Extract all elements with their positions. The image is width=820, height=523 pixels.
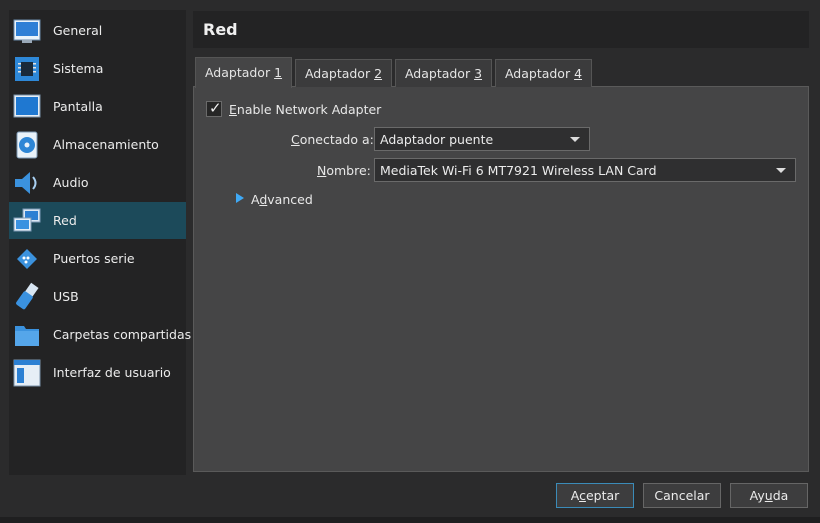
tab-mnemonic: 3: [474, 66, 483, 81]
label-text: onectado a:: [299, 132, 374, 147]
checkmark-icon: ✓: [209, 99, 222, 117]
network-icon: [13, 208, 41, 232]
tab-mnemonic: 2: [374, 66, 383, 81]
display-icon: [13, 94, 41, 118]
tab-adaptador-3[interactable]: Adaptador 3: [395, 59, 492, 87]
sidebar-item-audio[interactable]: Audio: [9, 164, 186, 201]
chevron-down-icon: [776, 168, 786, 173]
serial-port-icon: [17, 249, 37, 269]
sidebar-item-label: Interfaz de usuario: [53, 365, 171, 380]
chevron-down-icon: [570, 137, 580, 142]
tab-label: Adaptador: [204, 65, 275, 80]
sidebar-item-red[interactable]: Red: [9, 202, 186, 239]
usb-icon: [16, 282, 39, 310]
tab-mnemonic: 1: [274, 65, 283, 80]
label-text: ombre:: [326, 163, 371, 178]
page-header: Red: [193, 11, 809, 48]
folder-icon: [15, 326, 39, 346]
sidebar-item-label: General: [53, 23, 103, 38]
settings-sidebar: General Sistema Pantalla Almacenamiento …: [9, 10, 191, 475]
general-monitor-icon: [13, 19, 41, 43]
label-text: vanced: [267, 192, 313, 207]
tab-adaptador-1[interactable]: Adaptador 1: [195, 57, 292, 88]
connected-to-label: Conectado a:: [291, 132, 374, 147]
label-text: nable Network Adapter: [236, 102, 382, 117]
storage-disc-icon: [16, 131, 38, 159]
button-mnemonic: c: [579, 488, 586, 503]
cancel-button[interactable]: Cancelar: [643, 483, 721, 508]
sidebar-item-label: Almacenamiento: [53, 137, 159, 152]
sidebar-item-almacenamiento[interactable]: Almacenamiento: [9, 126, 186, 163]
ui-window-icon: [13, 359, 41, 387]
sidebar-item-sistema[interactable]: Sistema: [9, 50, 186, 87]
sidebar-item-puertos-serie[interactable]: Puertos serie: [9, 240, 186, 277]
button-mnemonic: u: [764, 488, 773, 503]
label-mnemonic: N: [317, 163, 327, 178]
name-label: Nombre:: [317, 163, 371, 178]
button-text: A: [570, 488, 580, 503]
tab-mnemonic: 4: [574, 66, 583, 81]
sidebar-item-pantalla[interactable]: Pantalla: [9, 88, 186, 125]
enable-adapter-label[interactable]: Enable Network Adapter: [229, 102, 381, 117]
sidebar-item-usb[interactable]: USB: [9, 278, 186, 315]
sidebar-item-label: Pantalla: [53, 99, 103, 114]
adapter-name-select[interactable]: MediaTek Wi-Fi 6 MT7921 Wireless LAN Car…: [374, 158, 796, 182]
button-text: eptar: [585, 488, 620, 503]
attached-to-select[interactable]: Adaptador puente: [374, 127, 590, 151]
accept-button[interactable]: Aceptar: [556, 483, 634, 508]
sidebar-item-carpetas-compartidas[interactable]: Carpetas compartidas: [9, 316, 191, 353]
page-title: Red: [203, 20, 238, 39]
button-text: Ay: [749, 488, 765, 503]
window-bottom-edge: [0, 517, 820, 523]
tab-label: Adaptador: [404, 66, 475, 81]
sidebar-item-label: Puertos serie: [53, 251, 135, 266]
label-mnemonic: E: [229, 102, 237, 117]
sidebar-item-label: Red: [53, 213, 77, 228]
select-value: Adaptador puente: [380, 132, 494, 147]
expand-arrow-icon[interactable]: [236, 193, 244, 203]
tab-adaptador-4[interactable]: Adaptador 4: [495, 59, 592, 87]
tab-adaptador-2[interactable]: Adaptador 2: [295, 59, 392, 87]
sidebar-item-label: Sistema: [53, 61, 104, 76]
help-button[interactable]: Ayuda: [730, 483, 808, 508]
tab-label: Adaptador: [504, 66, 575, 81]
label-mnemonic: C: [291, 132, 300, 147]
chip-icon: [15, 57, 39, 81]
select-value: MediaTek Wi-Fi 6 MT7921 Wireless LAN Car…: [380, 163, 657, 178]
tab-label: Adaptador: [304, 66, 375, 81]
sidebar-item-interfaz-de-usuario[interactable]: Interfaz de usuario: [9, 354, 186, 391]
button-text: Cancelar: [654, 488, 710, 503]
enable-adapter-checkbox[interactable]: ✓: [206, 99, 222, 117]
speaker-icon: [15, 172, 37, 194]
advanced-expander[interactable]: Advanced: [251, 192, 313, 207]
sidebar-item-label: Audio: [53, 175, 89, 190]
sidebar-item-label: Carpetas compartidas: [53, 327, 192, 342]
sidebar-item-label: USB: [53, 289, 79, 304]
sidebar-item-general[interactable]: General: [9, 12, 186, 49]
button-text: da: [772, 488, 789, 503]
